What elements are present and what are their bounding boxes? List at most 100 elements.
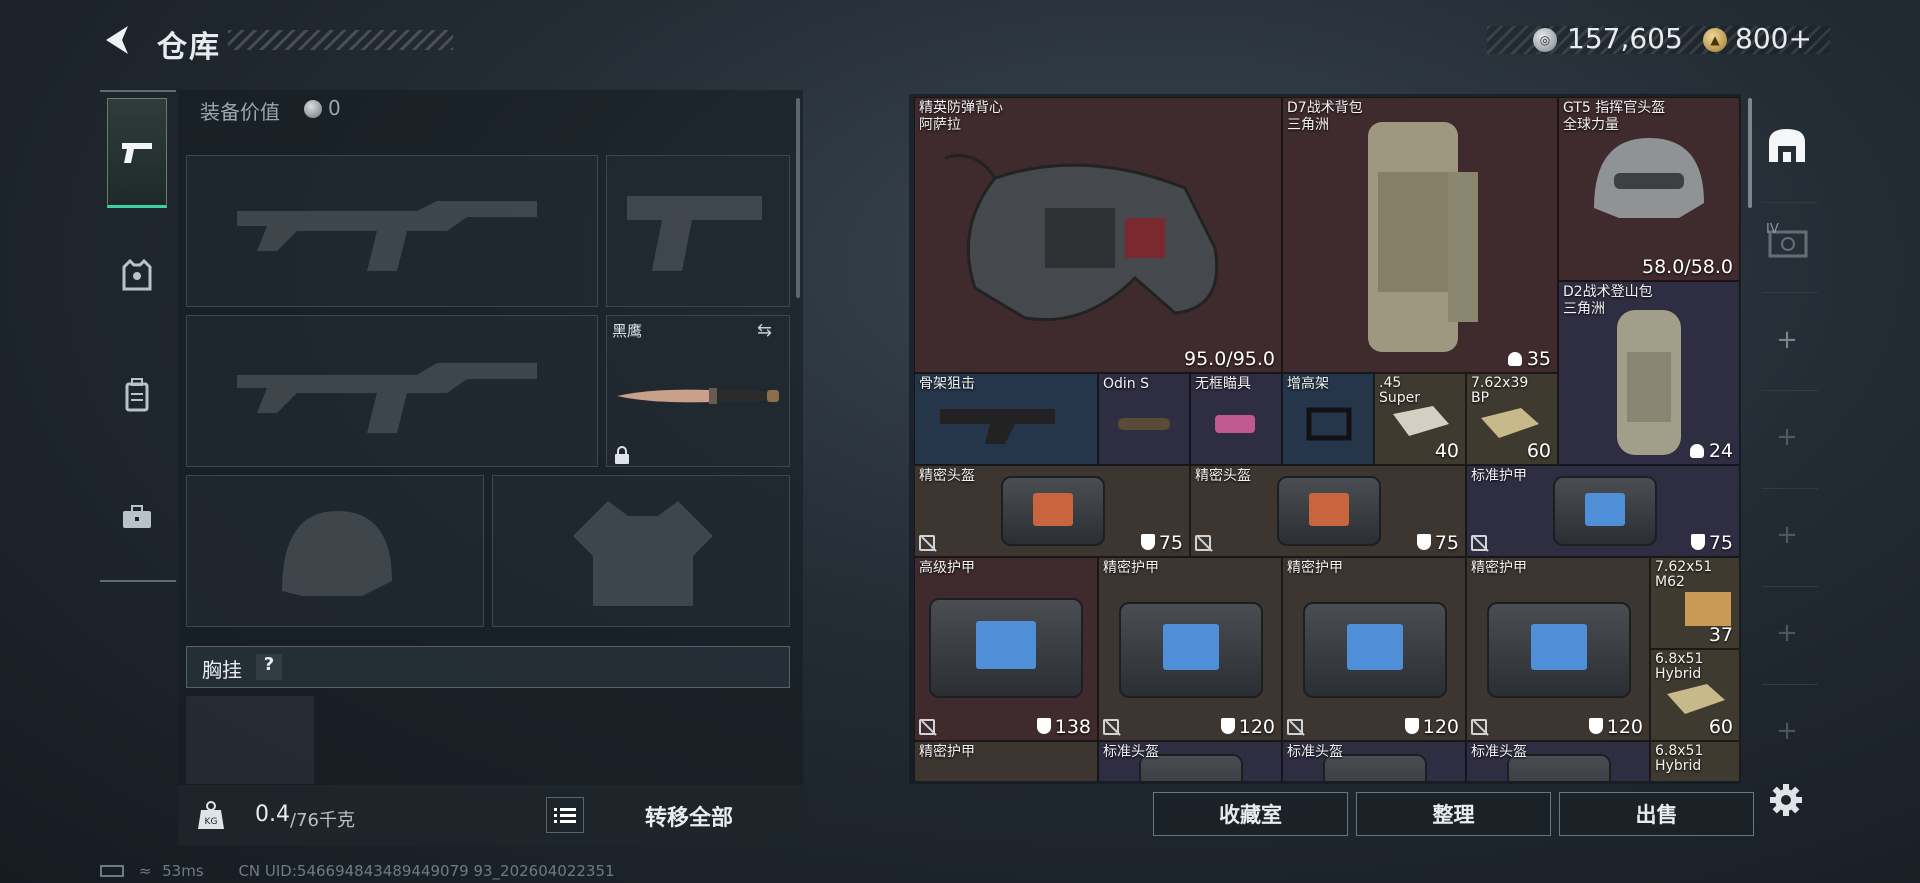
stash-item[interactable]: D7战术背包 三角洲 35 — [1282, 97, 1558, 373]
stash-item[interactable]: 精密护甲 — [914, 741, 1098, 781]
stash-item[interactable]: 精英防弹背心 阿萨拉 95.0/95.0 — [914, 97, 1282, 373]
ammo-box-image — [1481, 408, 1539, 438]
swap-icon[interactable]: ⇆ — [757, 320, 772, 341]
gold-coin-icon: ▲ — [1703, 28, 1727, 52]
vault-icon — [1768, 230, 1808, 258]
item-name: 增高架 — [1287, 376, 1329, 392]
gold-currency-amount[interactable]: 800+ — [1735, 22, 1812, 55]
item-durability: 120 — [1588, 716, 1643, 738]
back-arrow-icon — [106, 26, 128, 54]
add-stash-tab-button[interactable]: + — [1772, 618, 1802, 648]
body-armor-slot[interactable] — [492, 475, 790, 627]
stash-item[interactable]: 无框瞄具 — [1190, 373, 1282, 465]
stash-item[interactable]: 6.8x51 Hybrid 60 — [1650, 649, 1740, 741]
stash-item[interactable]: 增高架 — [1282, 373, 1374, 465]
battery-icon — [100, 865, 124, 877]
melee-item-name: 黑鹰 — [612, 322, 643, 340]
item-quantity: 37 — [1708, 624, 1733, 646]
stash-item[interactable]: 精密头盔 75 — [914, 465, 1190, 557]
stash-item[interactable]: 7.62x51 M62 37 — [1650, 557, 1740, 649]
rail-divider — [1762, 586, 1818, 587]
item-name: 高级护甲 — [919, 560, 975, 576]
secondary-weapon-slot[interactable] — [186, 315, 598, 467]
stash-item[interactable]: 精密护甲 120 — [1098, 557, 1282, 741]
loadout-scrollbar[interactable] — [796, 98, 800, 298]
stash-item[interactable]: GT5 指挥官头盔 全球力量 58.0/58.0 — [1558, 97, 1740, 281]
armor-case-image — [1119, 602, 1263, 698]
stash-item[interactable]: 标准头盔 — [1282, 741, 1466, 781]
wifi-icon: ≈ — [138, 862, 152, 880]
stash-item[interactable]: 标准头盔 — [1466, 741, 1650, 781]
sidearm-slot[interactable] — [606, 155, 790, 307]
stash-item[interactable]: .45 Super 40 — [1374, 373, 1466, 465]
stash-item[interactable]: 标准头盔 — [1098, 741, 1282, 781]
item-name: 标准头盔 — [1471, 744, 1527, 760]
shield-icon — [1690, 534, 1705, 550]
add-stash-tab-button[interactable]: + — [1772, 325, 1802, 355]
collection-room-button[interactable]: 收藏室 — [1153, 792, 1348, 836]
tab-case[interactable] — [107, 482, 167, 552]
stash-item[interactable]: 精密护甲 120 — [1282, 557, 1466, 741]
helmet-slot[interactable] — [186, 475, 484, 627]
stash-item[interactable]: 高级护甲 138 — [914, 557, 1098, 741]
organize-button[interactable]: 整理 — [1356, 792, 1551, 836]
backpack-image — [1368, 122, 1478, 352]
stash-item[interactable]: 骨架狙击 — [914, 373, 1098, 465]
not-tradeable-icon — [1471, 535, 1487, 551]
tab-chest-rig[interactable] — [107, 360, 167, 430]
not-tradeable-icon — [919, 719, 935, 735]
stash-tier-tab[interactable]: IV — [1766, 222, 1810, 264]
add-stash-tab-button[interactable]: + — [1772, 422, 1802, 452]
chest-rig-slot[interactable] — [186, 696, 314, 784]
tab-armor[interactable] — [107, 240, 167, 310]
stash-item[interactable]: 标准护甲 75 — [1466, 465, 1740, 557]
item-durability: 95.0/95.0 — [1183, 348, 1275, 370]
item-durability: 120 — [1404, 716, 1459, 738]
status-bar: ≈ 53ms CN UID:546694843489449079 93_2026… — [100, 862, 615, 880]
item-name: 精密护甲 — [1287, 560, 1343, 576]
add-stash-tab-button[interactable]: + — [1772, 716, 1802, 746]
rail-divider — [100, 580, 176, 582]
item-name: 骨架狙击 — [919, 376, 975, 392]
weight-current: 0.4 — [255, 802, 290, 827]
shield-icon — [1404, 718, 1419, 734]
chest-rig-help-button[interactable]: ? — [256, 654, 282, 680]
armor-case-image — [1487, 602, 1631, 698]
settings-button[interactable] — [1768, 782, 1804, 818]
add-stash-tab-button[interactable]: + — [1772, 520, 1802, 550]
stash-home-tab[interactable] — [1766, 126, 1808, 170]
stash-item[interactable]: 精密护甲 120 — [1466, 557, 1650, 741]
back-button[interactable] — [100, 22, 136, 58]
item-name: 精密护甲 — [919, 744, 975, 760]
item-durability: 120 — [1220, 716, 1275, 738]
chest-rig-label: 胸挂 — [202, 658, 242, 682]
warehouse-icon — [1769, 129, 1805, 162]
stash-scrollbar[interactable] — [1748, 98, 1752, 208]
armor-vest-image — [944, 154, 1219, 322]
item-durability: 138 — [1036, 716, 1091, 738]
scope-image — [1118, 418, 1170, 430]
transfer-all-button[interactable]: 转移全部 — [645, 800, 733, 832]
capacity-icon — [1507, 352, 1522, 366]
sell-button[interactable]: 出售 — [1559, 792, 1754, 836]
stash-item[interactable]: 6.8x51 Hybrid — [1650, 741, 1740, 781]
not-tradeable-icon — [919, 535, 935, 551]
primary-weapon-slot[interactable] — [186, 155, 598, 307]
silver-coin-icon — [304, 100, 322, 118]
item-quantity: 60 — [1708, 716, 1733, 738]
tab-weapons[interactable] — [107, 98, 167, 208]
armor-case-image — [1001, 476, 1105, 546]
stash-grid: 精英防弹背心 阿萨拉 95.0/95.0 D7战术背包 三角洲 35 GT5 指… — [914, 97, 1740, 781]
item-quantity: 60 — [1526, 440, 1551, 462]
shield-icon — [1036, 718, 1051, 734]
silver-coin-icon: ◎ — [1533, 28, 1557, 52]
list-icon[interactable] — [546, 797, 584, 833]
item-name: 无框瞄具 — [1195, 376, 1251, 392]
item-name: 精密护甲 — [1103, 560, 1159, 576]
page-title: 仓库 — [157, 30, 221, 65]
stash-item[interactable]: 精密头盔 75 — [1190, 465, 1466, 557]
stash-item[interactable]: D2战术登山包 三角洲 24 — [1558, 281, 1740, 465]
stash-item[interactable]: Odin S — [1098, 373, 1190, 465]
stash-item[interactable]: 7.62x39 BP 60 — [1466, 373, 1558, 465]
weight-max: /76千克 — [290, 810, 355, 831]
